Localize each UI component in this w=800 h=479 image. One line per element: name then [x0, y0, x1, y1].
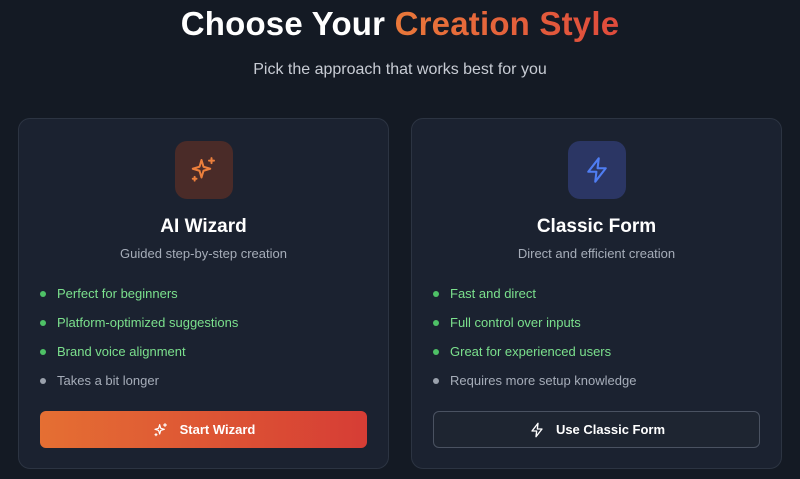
page-subtitle: Pick the approach that works best for yo… — [253, 61, 547, 78]
feature-item: Requires more setup knowledge — [433, 371, 636, 400]
card-description: Guided step-by-step creation — [120, 246, 287, 261]
card-title: Classic Form — [536, 216, 657, 237]
bullet-dot — [433, 378, 439, 384]
use-classic-form-button[interactable]: Use Classic Form — [433, 411, 760, 448]
creation-style-page: Choose Your Creation Style Pick the appr… — [0, 0, 800, 479]
feature-item: Great for experienced users — [433, 342, 636, 371]
bullet-dot — [433, 320, 439, 326]
card-description: Direct and efficient creation — [517, 246, 676, 261]
feature-text: Full control over inputs — [450, 315, 581, 330]
feature-text: Requires more setup knowledge — [450, 373, 637, 388]
bullet-dot — [40, 378, 46, 384]
bullet-dot — [40, 349, 46, 355]
feature-item: Perfect for beginners — [40, 284, 238, 313]
start-wizard-label: Start Wizard — [179, 422, 256, 437]
feature-item: Full control over inputs — [433, 313, 636, 342]
feature-text: Perfect for beginners — [57, 286, 178, 301]
card-title: AI Wizard — [160, 216, 247, 237]
page-title-prefix: Choose Your — [180, 5, 395, 42]
feature-list: Perfect for beginners Platform-optimized… — [40, 284, 238, 400]
feature-item: Fast and direct — [433, 284, 636, 313]
start-wizard-button[interactable]: Start Wizard — [40, 411, 367, 448]
feature-text: Platform-optimized suggestions — [57, 315, 239, 330]
bullet-dot — [433, 349, 439, 355]
feature-item: Brand voice alignment — [40, 342, 238, 371]
feature-text: Great for experienced users — [450, 344, 612, 359]
sparkles-icon — [191, 157, 215, 182]
lightning-bolt-icon — [586, 157, 607, 183]
feature-text: Takes a bit longer — [57, 373, 159, 388]
feature-item: Platform-optimized suggestions — [40, 313, 238, 342]
feature-item: Takes a bit longer — [40, 371, 238, 400]
lightning-bolt-icon — [528, 421, 546, 439]
ai-wizard-card[interactable]: AI Wizard Guided step-by-step creation P… — [18, 118, 389, 469]
use-classic-form-label: Use Classic Form — [555, 422, 666, 437]
feature-text: Fast and direct — [450, 286, 536, 301]
page-title-accent: Creation Style — [394, 5, 620, 42]
sparkles-icon — [152, 421, 170, 439]
feature-list: Fast and direct Full control over inputs… — [433, 284, 636, 400]
feature-text: Brand voice alignment — [57, 344, 186, 359]
classic-form-icon-tile — [567, 141, 626, 199]
ai-wizard-icon-tile — [174, 141, 233, 199]
classic-form-card[interactable]: Classic Form Direct and efficient creati… — [411, 118, 782, 469]
page-title: Choose Your Creation Style — [0, 4, 800, 44]
bullet-dot — [40, 291, 46, 297]
bullet-dot — [40, 320, 46, 326]
bullet-dot — [433, 291, 439, 297]
